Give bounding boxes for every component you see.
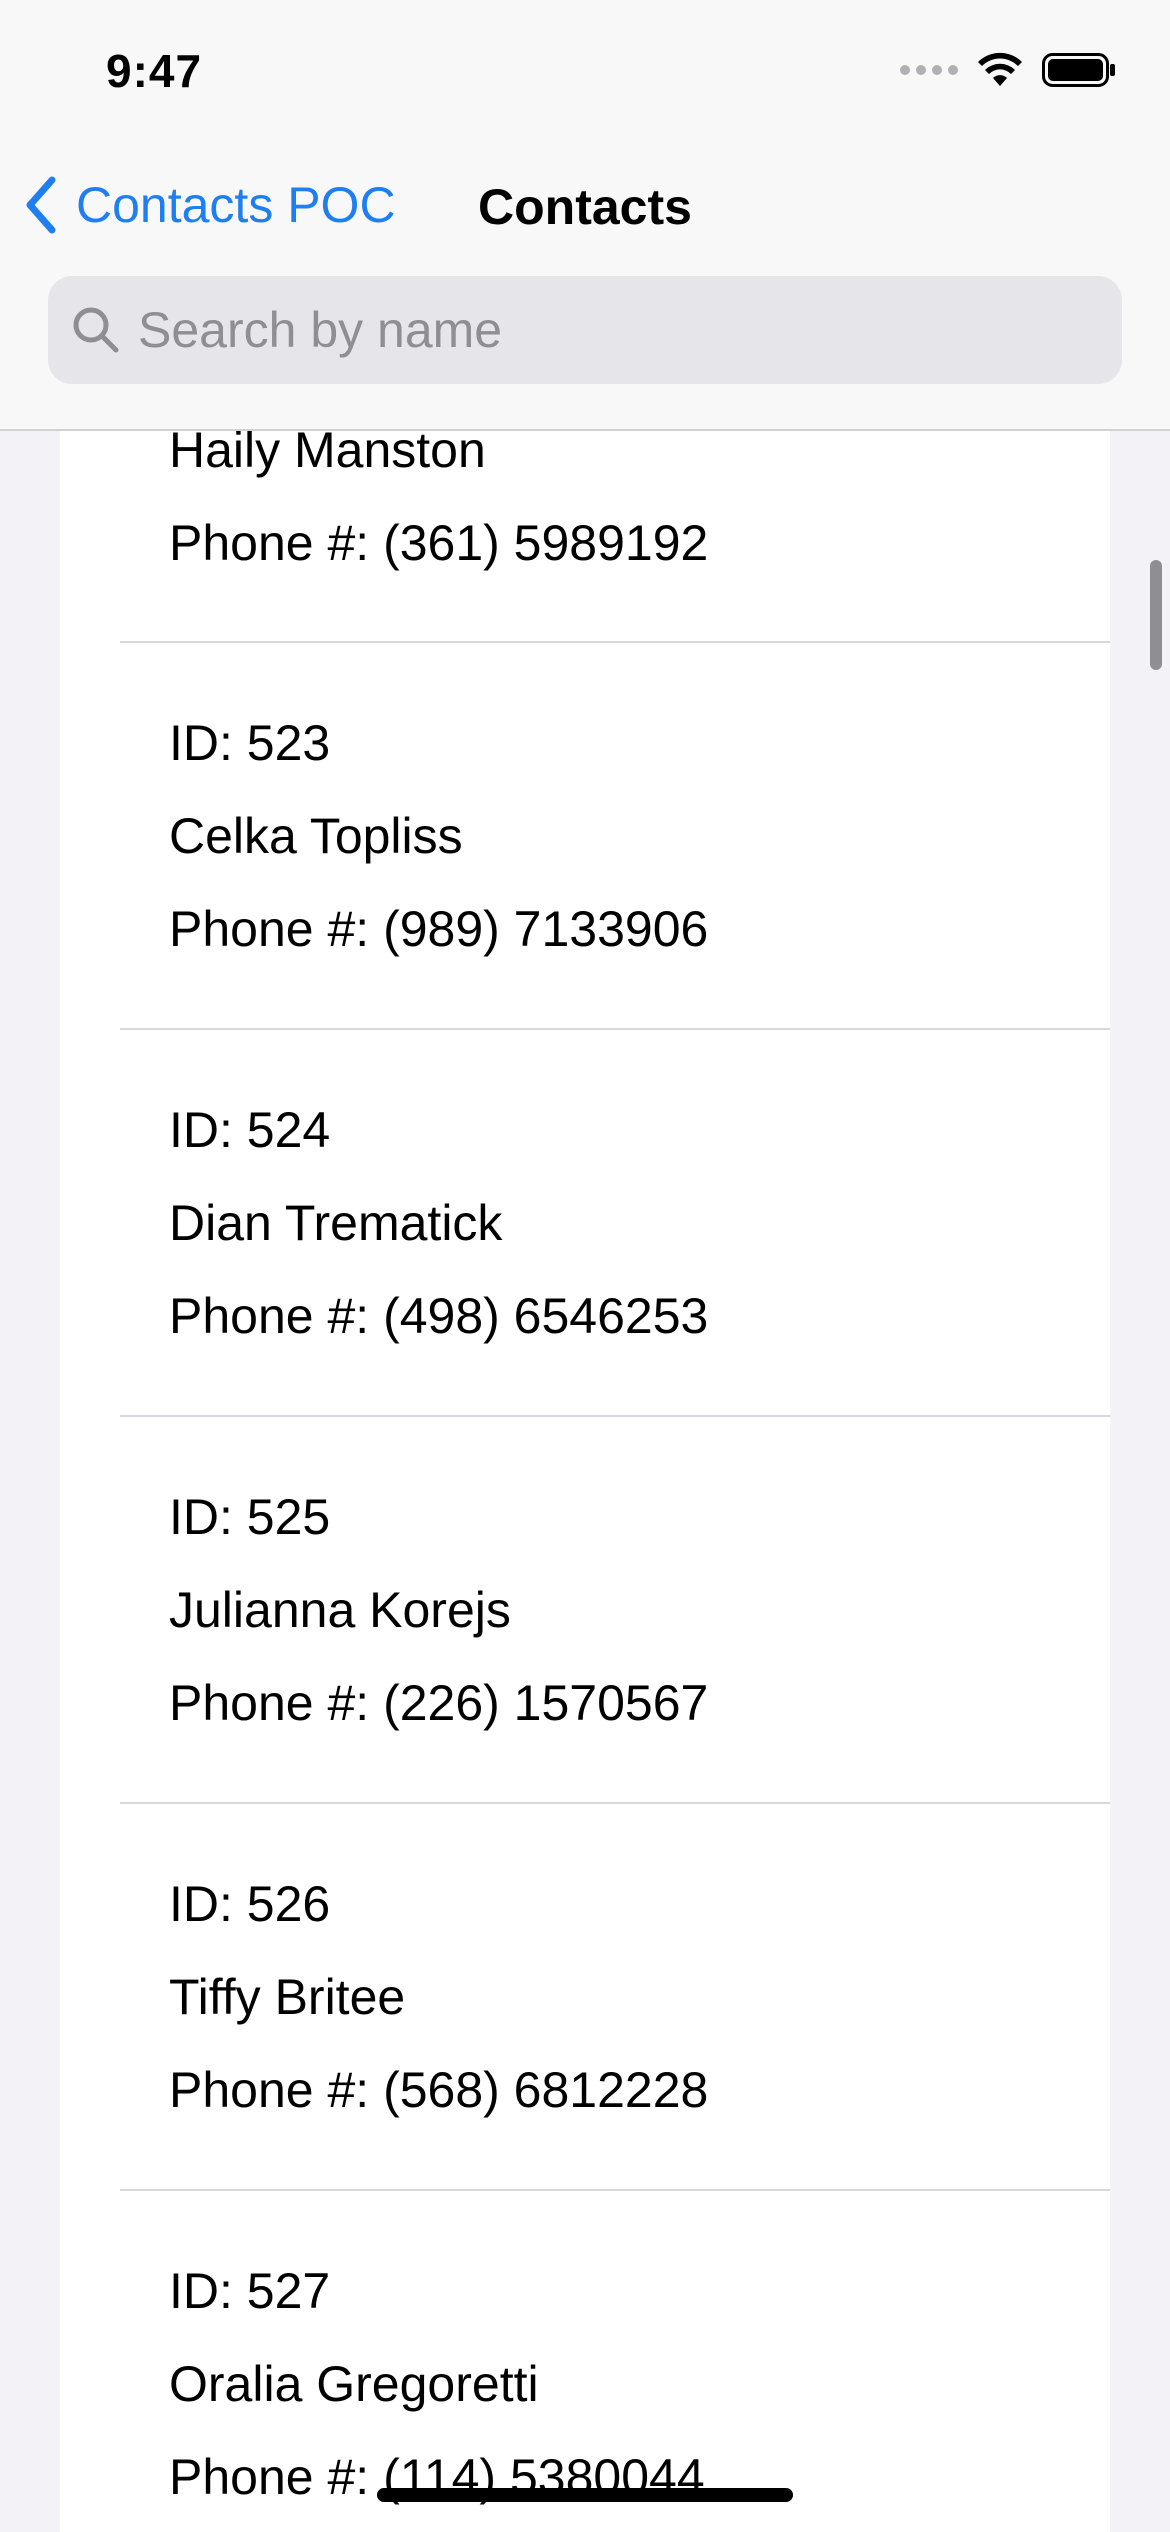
scrollbar[interactable] [1150, 560, 1162, 670]
contact-name: Dian Trematick [169, 1195, 503, 1251]
contact-id: ID: 526 [169, 1876, 331, 1932]
cellular-signal-icon [900, 65, 958, 75]
contact-name: Julianna Korejs [169, 1582, 511, 1638]
search-icon [73, 307, 119, 353]
contact-name: Celka Topliss [169, 808, 463, 864]
contact-name: Oralia Gregoretti [169, 2356, 539, 2412]
battery-icon [1042, 53, 1115, 87]
status-icons [900, 52, 1116, 88]
wifi-icon [978, 52, 1022, 86]
page-title: Contacts [478, 179, 692, 235]
list-item[interactable]: ID: 524 Dian Trematick Phone #: (498) 65… [60, 1029, 1110, 1416]
search-input[interactable] [136, 300, 1100, 360]
back-button-label: Contacts POC [76, 177, 396, 233]
contact-id: ID: 523 [169, 715, 331, 771]
back-button[interactable]: Contacts POC [24, 176, 396, 234]
contact-phone: Phone #: (568) 6812228 [169, 2062, 709, 2118]
home-indicator[interactable] [377, 2488, 793, 2502]
contact-phone: Phone #: (361) 5989192 [169, 515, 709, 571]
list-item[interactable]: ID: 527 Oralia Gregoretti Phone #: (114)… [60, 2190, 1110, 2532]
status-time: 9:47 [106, 45, 203, 97]
list-item[interactable]: ID: 526 Tiffy Britee Phone #: (568) 6812… [60, 1803, 1110, 2190]
contact-id: ID: 525 [169, 1489, 331, 1545]
list-item[interactable]: ID: 525 Julianna Korejs Phone #: (226) 1… [60, 1416, 1110, 1803]
contact-id: ID: 524 [169, 1102, 331, 1158]
contacts-screen: Haily Manston Phone #: (361) 5989192 ID:… [0, 0, 1170, 2532]
chevron-left-icon [26, 176, 56, 234]
contact-phone: Phone #: (498) 6546253 [169, 1288, 709, 1344]
navigation-header: 9:47 Contacts POC Contacts [0, 0, 1170, 431]
list-item[interactable]: ID: 523 Celka Topliss Phone #: (989) 713… [60, 642, 1110, 1029]
search-bar[interactable] [48, 276, 1122, 384]
contact-phone: Phone #: (226) 1570567 [169, 1675, 709, 1731]
contact-name: Tiffy Britee [169, 1969, 406, 2025]
contact-id: ID: 527 [169, 2263, 331, 2319]
contact-phone: Phone #: (989) 7133906 [169, 901, 709, 957]
